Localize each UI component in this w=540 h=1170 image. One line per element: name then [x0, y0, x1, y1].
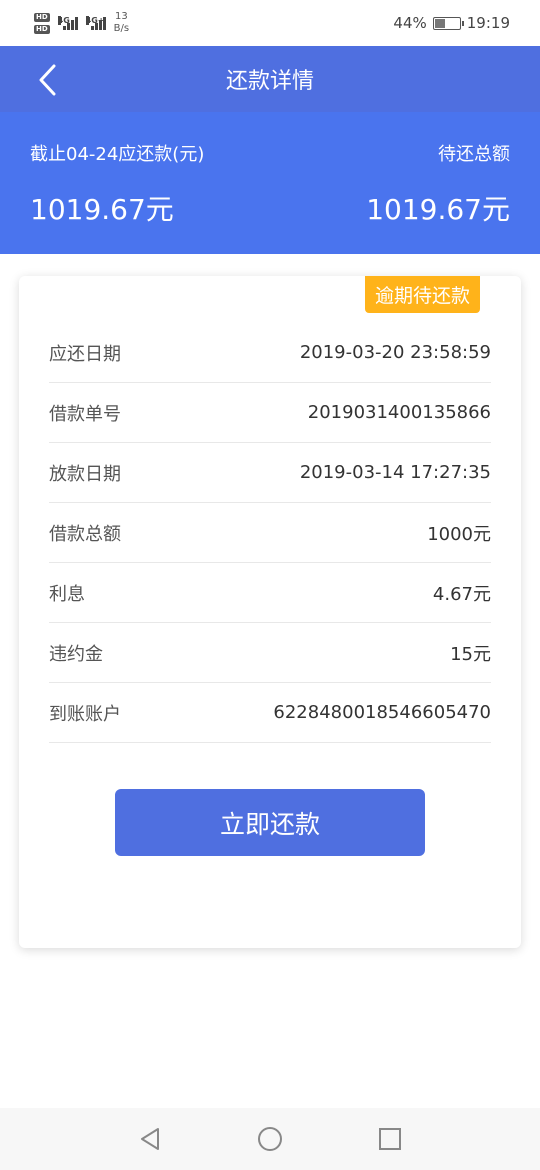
detail-label: 违约金 [49, 643, 103, 665]
page-title: 还款详情 [225, 69, 314, 94]
speed-value: 13 [115, 11, 128, 22]
network-type-2: 4G+ [85, 16, 105, 25]
detail-label: 借款单号 [49, 403, 121, 425]
signal-icon-2: 4G+ [85, 16, 106, 30]
system-back-button[interactable] [132, 1121, 168, 1157]
hd-indicators: HD HD [34, 12, 50, 34]
overdue-status-badge: 逾期待还款 [364, 276, 480, 313]
status-right: 44% 19:19 [393, 14, 510, 32]
detail-row-account: 到账账户 6228480018546605470 [49, 683, 491, 743]
battery-percent: 44% [393, 14, 427, 32]
signal-icon-1: 4G [57, 16, 78, 30]
due-amount: 1019.67元 [30, 193, 174, 226]
repay-now-button[interactable]: 立即还款 [115, 789, 425, 856]
detail-value: 15元 [450, 643, 491, 665]
system-recents-button[interactable] [372, 1121, 408, 1157]
detail-value: 2019-03-20 23:58:59 [299, 342, 491, 363]
detail-label: 利息 [49, 583, 85, 605]
chevron-left-icon [39, 64, 56, 96]
triangle-back-icon [141, 1128, 159, 1150]
speed-unit: B/s [113, 23, 130, 34]
square-recents-icon [379, 1128, 401, 1150]
summary-amounts: 1019.67元 1019.67元 [30, 166, 510, 228]
loan-detail-card: 逾期待还款 应还日期 2019-03-20 23:58:59 借款单号 2019… [19, 276, 521, 948]
detail-row-loan-total: 借款总额 1000元 [49, 503, 491, 563]
detail-row-disbursement-date: 放款日期 2019-03-14 17:27:35 [49, 443, 491, 503]
detail-value: 6228480018546605470 [273, 702, 491, 723]
detail-label: 应还日期 [49, 343, 121, 365]
circle-home-icon [258, 1127, 282, 1151]
detail-value: 2019031400135866 [307, 402, 491, 423]
detail-value: 2019-03-14 17:27:35 [299, 462, 491, 483]
system-nav-bar [0, 1108, 540, 1170]
detail-label: 到账账户 [49, 703, 121, 725]
detail-row-due-date: 应还日期 2019-03-20 23:58:59 [49, 323, 491, 383]
detail-value: 1000元 [427, 523, 491, 545]
battery-icon [432, 16, 464, 30]
total-label: 待还总额 [438, 144, 510, 165]
detail-label: 借款总额 [49, 523, 121, 545]
nav-bar: 还款详情 [0, 46, 540, 112]
back-button[interactable] [28, 60, 68, 100]
network-type-1: 4G [57, 16, 70, 25]
status-left: HD HD 4G 4G+ 13 B/s [34, 11, 129, 35]
detail-row-penalty: 违约金 15元 [49, 623, 491, 683]
hd-badge-2: HD [34, 24, 50, 34]
detail-row-interest: 利息 4.67元 [49, 563, 491, 623]
clock: 19:19 [466, 14, 510, 32]
status-bar: HD HD 4G 4G+ 13 B/s 44% 19:19 [0, 0, 540, 46]
hd-badge-1: HD [34, 12, 50, 22]
network-speed: 13 B/s [114, 11, 129, 35]
detail-value: 4.67元 [432, 583, 491, 605]
battery-level-fill [434, 18, 446, 28]
total-amount: 1019.67元 [366, 193, 510, 226]
repayment-summary: 截止04-24应还款(元) 待还总额 1019.67元 1019.67元 [0, 112, 540, 254]
system-home-button[interactable] [252, 1121, 288, 1157]
detail-list: 应还日期 2019-03-20 23:58:59 借款单号 2019031400… [49, 323, 491, 743]
detail-row-loan-number: 借款单号 2019031400135866 [49, 383, 491, 443]
due-label: 截止04-24应还款(元) [30, 144, 205, 165]
detail-label: 放款日期 [49, 463, 121, 485]
summary-labels: 截止04-24应还款(元) 待还总额 [30, 140, 510, 166]
